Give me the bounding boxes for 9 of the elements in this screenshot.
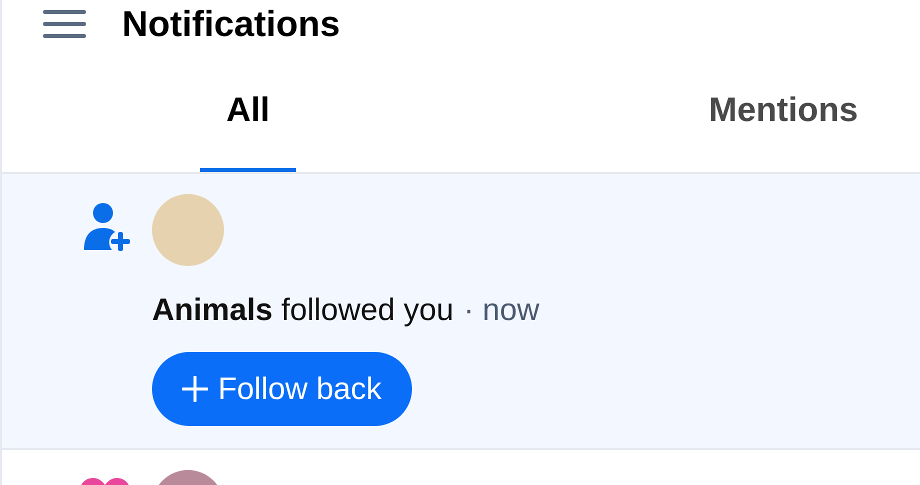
timestamp: · now [464, 292, 540, 328]
tab[interactable]: Mentions [494, 48, 920, 172]
follow-back-button[interactable]: Follow back [152, 352, 412, 426]
plus-icon [182, 376, 208, 402]
tab[interactable]: All [2, 48, 494, 172]
menu-icon[interactable] [42, 7, 86, 41]
person-plus-icon [82, 202, 130, 252]
page-title: Notifications [122, 3, 340, 45]
notification-text: Animals followed you [152, 292, 454, 328]
